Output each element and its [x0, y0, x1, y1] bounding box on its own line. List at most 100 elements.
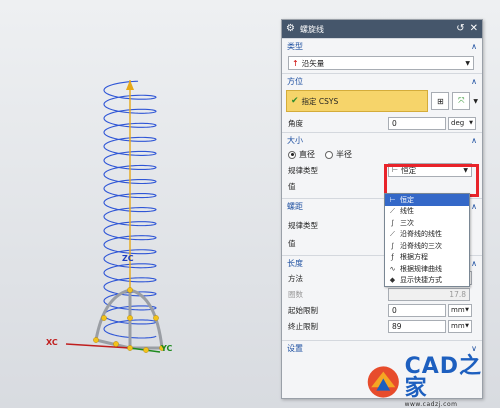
dropdown-item-label: 三次 — [400, 218, 414, 227]
dropdown-item-label: 沿脊线的线性 — [400, 230, 442, 239]
start-limit-value: 0 — [392, 305, 397, 315]
close-icon[interactable]: ✕ — [470, 24, 478, 34]
angle-unit-combo[interactable]: deg ▼ — [448, 116, 476, 130]
angle-unit: deg — [451, 119, 465, 127]
cad-home-logo-icon — [367, 366, 399, 398]
dropdown-item-spine-linear[interactable]: ⟋ 沿脊线的线性 — [385, 229, 469, 241]
size-rule-row: 规律类型 ⊢ 恒定 ▼ — [282, 162, 482, 178]
check-icon: ✔ — [291, 96, 299, 106]
section-header-type[interactable]: 类型 ∧ — [282, 38, 482, 53]
end-limit-label: 终止限制 — [288, 321, 318, 331]
axis-label-xc: XC — [46, 338, 58, 347]
chevron-up-icon[interactable]: ∧ — [471, 77, 477, 86]
vector-marker-icon: ↑ — [292, 58, 299, 68]
radius-label: 半径 — [336, 150, 352, 159]
csys-handle-dot — [153, 315, 159, 321]
start-limit-label: 起始限制 — [288, 305, 318, 315]
angle-input[interactable]: 0 — [388, 116, 446, 130]
dropdown-item-linear[interactable]: ⟋ 线性 — [385, 206, 469, 218]
chevron-down-icon[interactable]: ▼ — [473, 98, 478, 105]
end-limit-value: 89 — [392, 321, 402, 331]
turns-row: 圈数 17.8 — [282, 286, 482, 302]
axis-label-zc: ZC — [122, 254, 134, 263]
chevron-up-icon[interactable]: ∧ — [471, 259, 477, 268]
csys-axes-icon: ⤧ — [458, 96, 465, 105]
csys-handle-dot — [127, 315, 133, 321]
start-limit-row: 起始限制 0 mm ▼ — [282, 302, 482, 318]
spine-cubic-icon: ∫ — [390, 241, 395, 250]
dropdown-item-label: 根据规律曲线 — [400, 264, 442, 273]
dropdown-item-label: 显示快捷方式 — [400, 276, 442, 285]
section-header-settings[interactable]: 设置 ∨ — [282, 340, 482, 355]
chevron-up-icon[interactable]: ∧ — [471, 202, 477, 211]
type-combo[interactable]: ↑ 沿矢量 ▼ — [288, 56, 474, 70]
constant-law-icon: ⊢ — [389, 195, 396, 204]
pitch-rule-type-label: 规律类型 — [288, 220, 318, 230]
dropdown-item-label: 线性 — [400, 207, 414, 216]
size-rule-type-value: 恒定 — [401, 165, 417, 175]
size-value-label: 值 — [288, 181, 296, 191]
dropdown-item-constant[interactable]: ⊢ 恒定 — [385, 194, 469, 206]
section-title-settings: 设置 — [287, 343, 303, 353]
dropdown-item-law-curve[interactable]: ∿ 根据规律曲线 — [385, 263, 469, 275]
csys-label: 指定 CSYS — [301, 96, 339, 106]
csys-dialog-button[interactable]: ⊞ — [431, 92, 450, 110]
chevron-down-icon: ▼ — [465, 323, 469, 329]
dropdown-item-cubic[interactable]: ∫ 三次 — [385, 217, 469, 229]
specify-csys-selector[interactable]: ✔ 指定 CSYS — [286, 90, 429, 112]
radius-radio[interactable]: 半径 — [325, 149, 352, 160]
start-limit-unit: mm — [451, 306, 465, 314]
section-title-size: 大小 — [287, 135, 303, 145]
start-limit-input[interactable]: 0 — [388, 303, 446, 317]
chevron-down-icon: ▼ — [469, 120, 473, 126]
turns-value: 17.8 — [449, 289, 466, 299]
cad-home-watermark: CAD之家 www.cadzj.com — [366, 356, 496, 408]
csys-handle-dot — [101, 315, 107, 321]
helix-model[interactable] — [0, 0, 280, 408]
dialog-title: 螺旋线 — [299, 24, 324, 34]
chevron-down-icon: ▼ — [465, 59, 470, 67]
type-row: ↑ 沿矢量 ▼ — [282, 53, 482, 73]
reset-icon[interactable]: ↺ — [456, 24, 464, 34]
constant-law-icon: ⊢ — [392, 166, 399, 174]
chevron-down-icon: ▼ — [463, 166, 468, 174]
csys-handle-dot — [127, 345, 133, 351]
size-radio-row: 直径 半径 — [282, 147, 482, 162]
chevron-up-icon[interactable]: ∧ — [471, 42, 477, 51]
chevron-up-icon[interactable]: ∧ — [471, 136, 477, 145]
turns-field: 17.8 — [388, 287, 470, 301]
csys-row: ✔ 指定 CSYS ⊞ ⤧ ▼ — [282, 88, 482, 114]
spine-linear-icon: ⟋ — [390, 229, 395, 238]
type-combo-value: 沿矢量 — [301, 58, 325, 68]
end-limit-unit-combo[interactable]: mm ▼ — [448, 319, 472, 333]
dropdown-item-equation[interactable]: ƒ 根据方程 — [385, 252, 469, 264]
watermark-url: www.cadzj.com — [404, 401, 458, 408]
diameter-radio[interactable]: 直径 — [288, 149, 315, 160]
angle-value: 0 — [392, 118, 397, 128]
size-rule-type-combo[interactable]: ⊢ 恒定 ▼ — [388, 163, 472, 177]
linear-law-icon: ⟋ — [390, 206, 395, 215]
radio-dot — [325, 150, 333, 159]
csys-handle-dot — [127, 287, 133, 293]
end-limit-input[interactable]: 89 — [388, 319, 446, 333]
dropdown-item-label: 根据方程 — [400, 253, 428, 262]
angle-row: 角度 0 deg ▼ — [282, 114, 482, 132]
csys-handle-dot — [113, 341, 119, 347]
size-rule-type-label: 规律类型 — [288, 165, 318, 175]
chevron-up-icon[interactable]: ∨ — [471, 344, 477, 353]
equation-icon: ƒ — [391, 253, 394, 262]
section-header-orientation[interactable]: 方位 ∧ — [282, 73, 482, 88]
axis-label-yc: YC — [161, 344, 173, 353]
csys-type-button[interactable]: ⤧ — [452, 92, 471, 110]
chevron-down-icon: ▼ — [465, 307, 469, 313]
section-header-size[interactable]: 大小 ∧ — [282, 132, 482, 147]
size-value-row: 值 — [282, 178, 482, 194]
csys-dialog-icon: ⊞ — [437, 96, 444, 106]
dropdown-item-spine-cubic[interactable]: ∫ 沿脊线的三次 — [385, 240, 469, 252]
dropdown-item-show-shortcuts[interactable]: ◆ 显示快捷方式 — [385, 275, 469, 287]
end-limit-unit: mm — [451, 322, 465, 330]
dropdown-item-label: 恒定 — [400, 195, 414, 204]
csys-handle-dot — [143, 347, 149, 353]
watermark-brand: CAD之家 — [404, 354, 483, 401]
start-limit-unit-combo[interactable]: mm ▼ — [448, 303, 472, 317]
